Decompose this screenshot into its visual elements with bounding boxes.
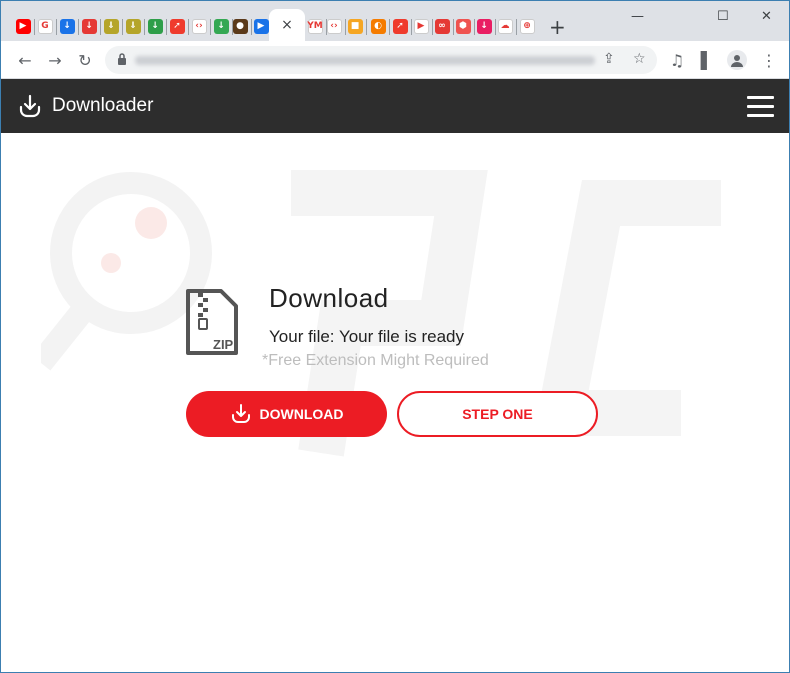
tab-3[interactable]: ↓ <box>80 17 98 35</box>
tab-right-0[interactable]: YM <box>306 17 324 35</box>
site-header: Downloader <box>1 79 789 133</box>
browser-toolbar: ← → ↻ ⇪ ☆ ♫ ▌ ⋮ <box>1 41 789 79</box>
file-value: Your file is ready <box>338 327 465 346</box>
download-button-label: DOWNLOAD <box>259 406 344 422</box>
download-circle-red-icon: ⊕ <box>519 18 535 34</box>
tab-0[interactable]: ▶ <box>14 17 32 35</box>
tab-separator <box>389 19 390 35</box>
stop-red-icon: ⬢ <box>455 18 471 34</box>
side-panel-icon[interactable]: ▌ <box>697 50 717 70</box>
arrow-red-icon: ➚ <box>392 18 408 34</box>
tab-7[interactable]: ➚ <box>168 17 186 35</box>
download-logo-icon <box>19 94 41 118</box>
tab-6[interactable]: ↓ <box>146 17 164 35</box>
tab-right-4[interactable]: ➚ <box>391 17 409 35</box>
download-pink-icon: ↓ <box>476 18 492 34</box>
close-window-button[interactable]: ✕ <box>761 9 772 24</box>
zip-label: ZIP <box>213 337 234 352</box>
link-red-icon: ∞ <box>434 18 450 34</box>
tab-4[interactable]: ⇓ <box>102 17 120 35</box>
tab-5[interactable]: ⇓ <box>124 17 142 35</box>
tab-right-3[interactable]: ◐ <box>369 17 387 35</box>
brand-name[interactable]: Downloader <box>52 95 153 117</box>
record-icon: ● <box>232 18 248 34</box>
download-green-icon: ↓ <box>147 18 163 34</box>
back-button[interactable]: ← <box>15 50 35 70</box>
zip-file-icon: ZIP <box>186 289 238 355</box>
tab-separator <box>166 19 167 35</box>
play-icon: ▶ <box>253 18 269 34</box>
download-olive-icon: ⇓ <box>103 18 119 34</box>
hamburger-menu-icon[interactable] <box>747 96 774 117</box>
step-one-button-label: STEP ONE <box>462 406 533 422</box>
tab-10[interactable]: ● <box>231 17 249 35</box>
tab-right-8[interactable]: ↓ <box>475 17 493 35</box>
tab-separator <box>144 19 145 35</box>
tab-right-1[interactable]: ‹› <box>325 17 343 35</box>
youtube-icon: ▶ <box>15 18 31 34</box>
code-icon: ‹› <box>191 18 207 34</box>
google-icon: G <box>37 18 53 34</box>
tab-right-5[interactable]: ▶ <box>412 17 430 35</box>
tab-right-7[interactable]: ⬢ <box>454 17 472 35</box>
forward-button[interactable]: → <box>45 50 65 70</box>
bookmark-star-icon[interactable]: ☆ <box>633 51 646 67</box>
download-red-icon: ↓ <box>81 18 97 34</box>
cloud-download-icon: ↓ <box>59 18 75 34</box>
lock-icon <box>118 53 126 65</box>
tab-8[interactable]: ‹› <box>190 17 208 35</box>
active-tab[interactable]: × <box>269 9 305 41</box>
tab-separator <box>122 19 123 35</box>
tab-separator <box>78 19 79 35</box>
tab-separator <box>366 19 367 35</box>
new-tab-button[interactable]: + <box>549 15 566 39</box>
browser-menu-icon[interactable]: ⋮ <box>759 50 779 70</box>
tab-right-2[interactable]: ■ <box>346 17 364 35</box>
tab-right-9[interactable]: ☁ <box>496 17 514 35</box>
tab-separator <box>188 19 189 35</box>
tab-separator <box>56 19 57 35</box>
play-store-icon: ▶ <box>413 18 429 34</box>
page-title: Download <box>269 283 389 313</box>
code-icon: ‹› <box>326 18 342 34</box>
media-control-icon[interactable]: ♫ <box>667 50 687 70</box>
tab-separator <box>34 19 35 35</box>
address-bar[interactable]: ⇪ ☆ <box>105 46 657 74</box>
tab-11[interactable]: ▶ <box>252 17 270 35</box>
download-olive-icon: ⇓ <box>125 18 141 34</box>
share-icon[interactable]: ⇪ <box>603 51 615 67</box>
profile-avatar-icon[interactable] <box>727 50 747 70</box>
orange-circle-icon: ◐ <box>370 18 386 34</box>
tab-2[interactable]: ↓ <box>58 17 76 35</box>
tab-separator <box>516 19 517 35</box>
file-status: Your file: Your file is ready <box>269 327 464 347</box>
download-icon <box>231 404 250 423</box>
main-content: ZIP Download Your file: Your file is rea… <box>1 133 789 672</box>
browser-window: × + — ☐ ✕ ▶ G ↓ ↓ ⇓ ⇓ ↓ ➚ ‹› ↓ ● ▶ YM ‹› ■ ◐ ➚ ▶ ∞ ⬢ ↓ ☁ ⊕ ← →… <box>0 0 790 673</box>
tab-1[interactable]: G <box>36 17 54 35</box>
video-orange-icon: ■ <box>347 18 363 34</box>
reload-button[interactable]: ↻ <box>75 50 95 70</box>
download-button[interactable]: DOWNLOAD <box>186 391 387 437</box>
url-text-blurred <box>135 56 595 65</box>
minimize-button[interactable]: — <box>631 9 644 24</box>
file-label: Your file: <box>269 327 335 346</box>
tab-strip: × + — ☐ ✕ ▶ G ↓ ↓ ⇓ ⇓ ↓ ➚ ‹› ↓ ● ▶ YM ‹› ■ ◐ ➚ ▶ ∞ ⬢ ↓ ☁ ⊕ <box>1 1 789 41</box>
tab-separator <box>100 19 101 35</box>
ym-icon: YM <box>307 18 323 34</box>
step-one-button[interactable]: STEP ONE <box>397 391 598 437</box>
arrow-red-icon: ➚ <box>169 18 185 34</box>
close-tab-icon[interactable]: × <box>281 17 293 33</box>
extension-note: *Free Extension Might Required <box>262 352 489 369</box>
tab-9[interactable]: ↓ <box>212 17 230 35</box>
maximize-button[interactable]: ☐ <box>717 9 729 24</box>
tab-right-10[interactable]: ⊕ <box>518 17 536 35</box>
tab-right-6[interactable]: ∞ <box>433 17 451 35</box>
tab-separator <box>210 19 211 35</box>
cloud-red-icon: ☁ <box>497 18 513 34</box>
download-circle-green-icon: ↓ <box>213 18 229 34</box>
